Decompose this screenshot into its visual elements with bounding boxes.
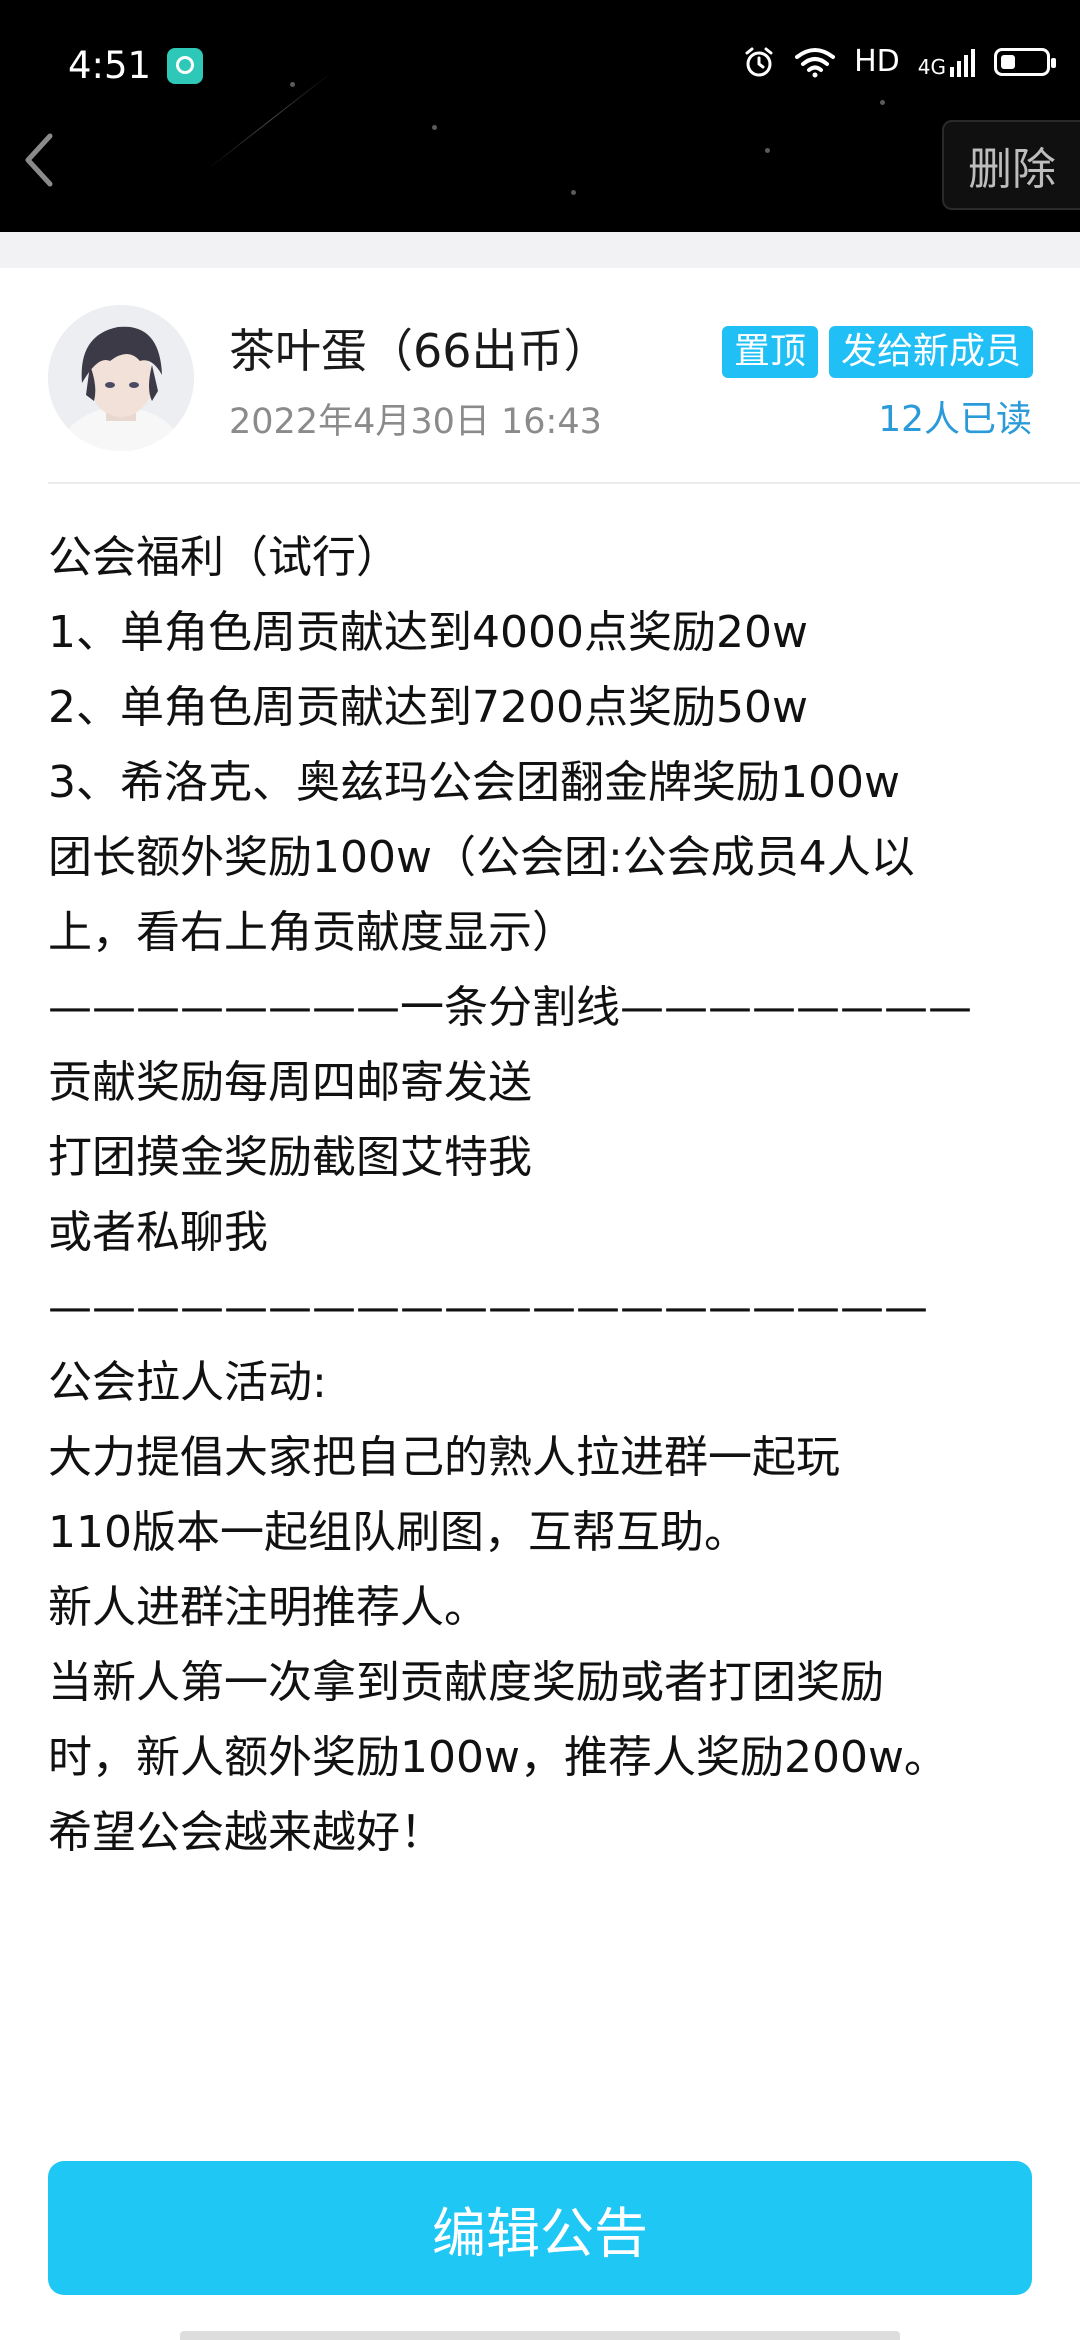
read-count[interactable]: 12人已读 (878, 390, 1032, 442)
background-star (571, 190, 576, 195)
divider (48, 482, 1080, 484)
announcement-line: 希望公会越来越好！ (48, 1807, 444, 1858)
announcement-line: 2、单角色周贡献达到7200点奖励50w (48, 682, 808, 733)
back-button[interactable] (16, 128, 64, 192)
announcement-line: 110版本一起组队刷图，互帮互助。 (48, 1507, 748, 1558)
home-indicator (180, 2331, 900, 2340)
announcement-line: 打团摸金奖励截图艾特我 (48, 1132, 532, 1183)
announcement-line: 团长额外奖励100w（公会团:公会成员4人以 (48, 832, 915, 883)
wifi-icon (795, 47, 836, 77)
announcement-line: 公会拉人活动: (48, 1357, 327, 1408)
announcement-line: 大力提倡大家把自己的熟人拉进群一起玩 (48, 1432, 840, 1483)
cellular-signal-icon: 4G (918, 47, 976, 77)
avatar-image (48, 305, 194, 451)
announcement-line: ————————一条分割线———————— (48, 982, 972, 1033)
author-name: 茶叶蛋（66出币） (229, 324, 610, 378)
background-star (765, 148, 770, 153)
background-star (880, 100, 885, 105)
announcement-line: 或者私聊我 (48, 1207, 268, 1258)
header-bar: 4:51 HD 4G 删除 (0, 0, 1080, 232)
alarm-icon (745, 47, 773, 76)
status-icons: HD 4G (742, 44, 1056, 79)
announcement-line: 3、希洛克、奥兹玛公会团翻金牌奖励100w (48, 757, 900, 808)
section-gap (0, 232, 1080, 268)
announcement-line: 当新人第一次拿到贡献度奖励或者打团奖励 (48, 1657, 884, 1708)
announcement-body: 公会福利（试行） 1、单角色周贡献达到4000点奖励20w 2、单角色周贡献达到… (48, 520, 1038, 1870)
background-streak (206, 70, 334, 171)
announcement-line: 上，看右上角贡献度显示） (48, 907, 576, 958)
announcement-line: ———————————————————— (48, 1282, 928, 1333)
pin-tag: 置顶 (722, 326, 819, 378)
delete-button[interactable]: 删除 (942, 120, 1080, 210)
announcement-line: 新人进群注明推荐人。 (48, 1582, 488, 1633)
background-star (290, 82, 295, 87)
hd-label: HD (854, 44, 900, 79)
status-time: 4:51 (68, 44, 152, 87)
signal-bars-icon (950, 48, 975, 77)
avatar[interactable] (48, 305, 194, 451)
edit-announcement-button[interactable]: 编辑公告 (48, 2161, 1032, 2295)
announcement-line: 1、单角色周贡献达到4000点奖励20w (48, 607, 808, 658)
send-to-new-members-tag: 发给新成员 (829, 326, 1034, 378)
app-notification-icon (167, 48, 203, 84)
announcement-line: 时，新人额外奖励100w，推荐人奖励200w。 (48, 1732, 948, 1783)
announcement-line: 贡献奖励每周四邮寄发送 (48, 1057, 532, 1108)
background-star (432, 125, 437, 130)
post-date: 2022年4月30日 16:43 (229, 402, 602, 442)
announcement-line: 公会福利（试行） (48, 532, 400, 583)
network-type-label: 4G (917, 54, 946, 79)
battery-icon (994, 47, 1056, 76)
